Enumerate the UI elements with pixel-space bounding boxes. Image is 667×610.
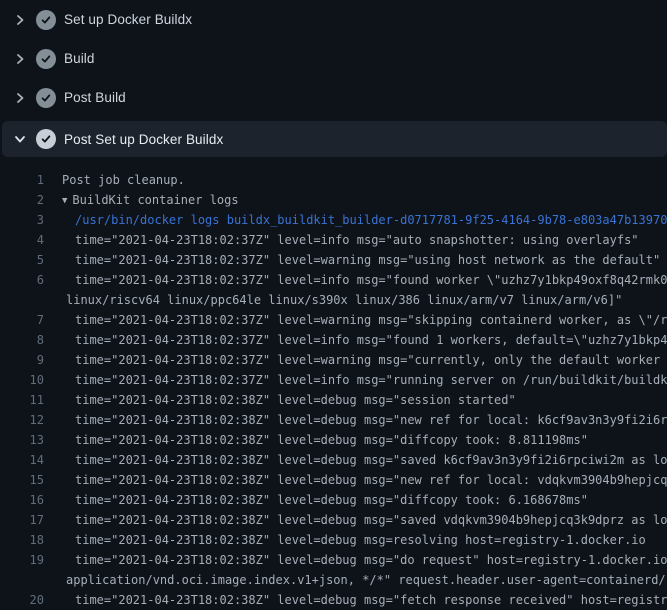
- log-text: time="2021-04-23T18:02:37Z" level=info m…: [44, 330, 667, 350]
- step-row-build[interactable]: Build: [0, 39, 667, 78]
- line-number[interactable]: 12: [0, 410, 44, 430]
- line-number: [0, 290, 44, 310]
- log-line: 7time="2021-04-23T18:02:37Z" level=warni…: [0, 310, 667, 330]
- chevron-right-icon[interactable]: [12, 51, 28, 67]
- log-text: Post job cleanup.: [44, 170, 185, 190]
- log-line: 17time="2021-04-23T18:02:38Z" level=debu…: [0, 510, 667, 530]
- line-number[interactable]: 2: [0, 190, 44, 210]
- log-text: time="2021-04-23T18:02:38Z" level=debug …: [44, 410, 667, 430]
- log-text: time="2021-04-23T18:02:37Z" level=info m…: [44, 370, 667, 390]
- log-text: time="2021-04-23T18:02:38Z" level=debug …: [44, 590, 667, 610]
- success-check-icon: [36, 10, 56, 30]
- line-number[interactable]: 9: [0, 350, 44, 370]
- log-line: application/vnd.oci.image.index.v1+json,…: [0, 570, 667, 590]
- log-line: 1Post job cleanup.: [0, 170, 667, 190]
- log-text: time="2021-04-23T18:02:38Z" level=debug …: [44, 490, 588, 510]
- log-text: time="2021-04-23T18:02:38Z" level=debug …: [44, 450, 667, 470]
- log-text: ▼BuildKit container logs: [44, 190, 239, 210]
- log-line: linux/riscv64 linux/ppc64le linux/s390x …: [0, 290, 667, 310]
- step-label: Post Build: [64, 90, 126, 105]
- chevron-down-icon[interactable]: [12, 131, 28, 147]
- log-line: 19time="2021-04-23T18:02:38Z" level=debu…: [0, 550, 667, 570]
- log-text: time="2021-04-23T18:02:38Z" level=debug …: [44, 430, 588, 450]
- log-text: linux/riscv64 linux/ppc64le linux/s390x …: [44, 290, 622, 310]
- log-text: /usr/bin/docker logs buildx_buildkit_bui…: [44, 210, 667, 230]
- log-line: 13time="2021-04-23T18:02:38Z" level=debu…: [0, 430, 667, 450]
- log-line: 5time="2021-04-23T18:02:37Z" level=warni…: [0, 250, 667, 270]
- line-number[interactable]: 11: [0, 390, 44, 410]
- line-number[interactable]: 18: [0, 530, 44, 550]
- line-number: [0, 570, 44, 590]
- line-number[interactable]: 10: [0, 370, 44, 390]
- log-group-line[interactable]: 2▼BuildKit container logs: [0, 190, 667, 210]
- log-line: 11time="2021-04-23T18:02:38Z" level=debu…: [0, 390, 667, 410]
- chevron-right-icon[interactable]: [12, 12, 28, 28]
- log-line: 20time="2021-04-23T18:02:38Z" level=debu…: [0, 590, 667, 610]
- line-number[interactable]: 4: [0, 230, 44, 250]
- log-text: application/vnd.oci.image.index.v1+json,…: [44, 570, 667, 590]
- step-row-set-up-docker-buildx[interactable]: Set up Docker Buildx: [0, 0, 667, 39]
- workflow-steps-panel: Set up Docker Buildx Build Post Build Po…: [0, 0, 667, 157]
- line-number[interactable]: 14: [0, 450, 44, 470]
- line-number[interactable]: 13: [0, 430, 44, 450]
- log-line: 8time="2021-04-23T18:02:37Z" level=info …: [0, 330, 667, 350]
- step-label: Build: [64, 51, 95, 66]
- log-text: time="2021-04-23T18:02:37Z" level=warnin…: [44, 310, 667, 330]
- line-number[interactable]: 8: [0, 330, 44, 350]
- line-number[interactable]: 16: [0, 490, 44, 510]
- log-line: 9time="2021-04-23T18:02:37Z" level=warni…: [0, 350, 667, 370]
- line-number[interactable]: 5: [0, 250, 44, 270]
- success-check-icon: [36, 88, 56, 108]
- log-line: 18time="2021-04-23T18:02:38Z" level=debu…: [0, 530, 667, 550]
- step-label: Post Set up Docker Buildx: [64, 132, 223, 147]
- log-line: 15time="2021-04-23T18:02:38Z" level=debu…: [0, 470, 667, 490]
- step-row-post-set-up-docker-buildx[interactable]: Post Set up Docker Buildx: [2, 121, 667, 157]
- line-number[interactable]: 7: [0, 310, 44, 330]
- line-number[interactable]: 19: [0, 550, 44, 570]
- step-label: Set up Docker Buildx: [64, 12, 192, 27]
- log-text: time="2021-04-23T18:02:37Z" level=info m…: [44, 230, 639, 250]
- log-line: 14time="2021-04-23T18:02:38Z" level=debu…: [0, 450, 667, 470]
- success-check-icon: [36, 129, 56, 149]
- log-viewer: 1Post job cleanup.2▼BuildKit container l…: [0, 157, 667, 610]
- log-line: 12time="2021-04-23T18:02:38Z" level=debu…: [0, 410, 667, 430]
- log-text: time="2021-04-23T18:02:38Z" level=debug …: [44, 550, 667, 570]
- log-text: time="2021-04-23T18:02:37Z" level=info m…: [44, 270, 667, 290]
- log-line: 3/usr/bin/docker logs buildx_buildkit_bu…: [0, 210, 667, 230]
- line-number[interactable]: 3: [0, 210, 44, 230]
- log-text: time="2021-04-23T18:02:38Z" level=debug …: [44, 510, 667, 530]
- log-text: time="2021-04-23T18:02:37Z" level=warnin…: [44, 250, 660, 270]
- log-text: time="2021-04-23T18:02:38Z" level=debug …: [44, 390, 516, 410]
- line-number[interactable]: 20: [0, 590, 44, 610]
- log-line: 6time="2021-04-23T18:02:37Z" level=info …: [0, 270, 667, 290]
- line-number[interactable]: 6: [0, 270, 44, 290]
- log-line: 16time="2021-04-23T18:02:38Z" level=debu…: [0, 490, 667, 510]
- success-check-icon: [36, 49, 56, 69]
- log-text: time="2021-04-23T18:02:38Z" level=debug …: [44, 470, 667, 490]
- chevron-right-icon[interactable]: [12, 90, 28, 106]
- log-line: 4time="2021-04-23T18:02:37Z" level=info …: [0, 230, 667, 250]
- log-line: 10time="2021-04-23T18:02:37Z" level=info…: [0, 370, 667, 390]
- step-row-post-build[interactable]: Post Build: [0, 78, 667, 117]
- log-text: time="2021-04-23T18:02:37Z" level=warnin…: [44, 350, 667, 370]
- line-number[interactable]: 1: [0, 170, 44, 190]
- log-text: time="2021-04-23T18:02:38Z" level=debug …: [44, 530, 646, 550]
- group-collapse-caret-icon[interactable]: ▼: [62, 191, 67, 210]
- log-lines: 1Post job cleanup.2▼BuildKit container l…: [0, 170, 667, 610]
- line-number[interactable]: 17: [0, 510, 44, 530]
- line-number[interactable]: 15: [0, 470, 44, 490]
